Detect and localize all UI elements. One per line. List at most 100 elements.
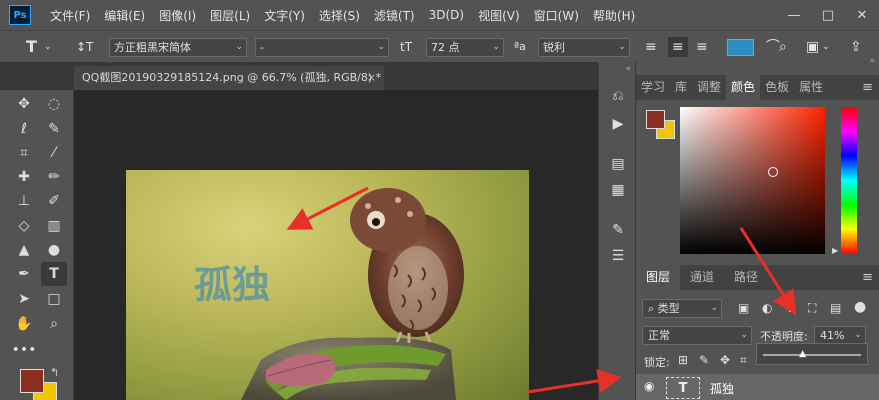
type-tool-preset-icon[interactable]: T — [26, 37, 37, 57]
text-color-swatch[interactable] — [727, 39, 754, 56]
menu-window[interactable]: 窗口(W) — [527, 7, 586, 24]
antialias-select[interactable]: 锐利 ⌄ — [538, 38, 630, 57]
brush-tool-icon[interactable]: ✏ — [41, 165, 67, 189]
lock-artboard-icon[interactable]: ⌗ — [740, 353, 747, 368]
crop-tool-icon[interactable]: ⌗ — [11, 141, 37, 165]
share-icon[interactable]: ⇪ — [850, 37, 862, 57]
tab-layers[interactable]: 图层 — [636, 265, 681, 290]
tab-adjustments[interactable]: 调整 — [692, 75, 726, 100]
marquee-tool-icon[interactable]: ◌ — [41, 92, 67, 116]
type-tool-icon[interactable]: T — [41, 262, 67, 286]
color-panel-menu-icon[interactable]: ≡ — [862, 80, 873, 95]
menu-3d[interactable]: 3D(D) — [422, 8, 471, 22]
history-brush-tool-icon[interactable]: ✐ — [41, 189, 67, 213]
move-tool-icon[interactable]: ✥ — [11, 92, 37, 116]
collapse-right-icon[interactable]: » — [869, 56, 875, 66]
quick-select-tool-icon[interactable]: ✎ — [41, 117, 67, 141]
document-image[interactable]: 孤独 — [126, 170, 529, 400]
clone-stamp-tool-icon[interactable]: ⊥ — [11, 189, 37, 213]
tab-channels[interactable]: 通道 — [680, 265, 724, 290]
color-picker-field[interactable] — [680, 107, 825, 254]
menu-view[interactable]: 视图(V) — [471, 7, 527, 24]
blend-mode-select[interactable]: 正常 ⌄ — [642, 326, 752, 345]
history-panel-icon[interactable]: ⎌ — [605, 84, 631, 108]
text-orientation-icon[interactable]: ↕T — [76, 37, 93, 57]
filter-toggle-icon[interactable]: ● — [854, 299, 866, 315]
brush-settings-panel-icon[interactable]: ✎ — [605, 218, 631, 242]
menu-filter[interactable]: 滤镜(T) — [367, 7, 422, 24]
layer-row[interactable]: ◉ T 孤独 — [636, 374, 879, 400]
filter-smart-object-icon[interactable]: ▤ — [830, 301, 841, 315]
lasso-tool-icon[interactable]: ℓ — [11, 117, 37, 141]
path-selection-tool-icon[interactable]: ➤ — [11, 287, 37, 311]
filter-adjustment-icon[interactable]: ◐ — [762, 301, 772, 315]
eraser-tool-icon[interactable]: ◇ — [11, 214, 37, 238]
healing-brush-tool-icon[interactable]: ✚ — [11, 165, 37, 189]
preset-dropdown-icon[interactable]: ⌄ — [44, 37, 52, 57]
warp-text-icon[interactable]: ⌒ — [766, 37, 780, 57]
libraries-panel-icon[interactable]: ▤ — [605, 152, 631, 176]
menu-select[interactable]: 选择(S) — [312, 7, 367, 24]
font-size-select[interactable]: 72 点 ⌄ — [426, 38, 504, 57]
tab-properties[interactable]: 属性 — [794, 75, 828, 100]
visibility-eye-icon[interactable]: ◉ — [644, 379, 654, 393]
pen-tool-icon[interactable]: ✒ — [11, 262, 37, 286]
collapse-panels-icon[interactable]: « — [625, 64, 631, 74]
minimize-button[interactable]: — — [777, 0, 811, 30]
opacity-slider-popup[interactable]: ▲ — [756, 343, 868, 365]
maximize-button[interactable]: □ — [811, 0, 845, 30]
layer-name[interactable]: 孤独 — [710, 380, 734, 397]
color-picker-cursor[interactable] — [768, 167, 778, 177]
menu-type[interactable]: 文字(Y) — [257, 7, 312, 24]
align-center-icon[interactable]: ≡ — [668, 37, 688, 57]
foreground-color-swatch[interactable] — [20, 369, 44, 393]
opacity-slider-thumb[interactable]: ▲ — [799, 349, 806, 359]
character-panel-icon[interactable]: ▦ — [605, 178, 631, 202]
tab-paths[interactable]: 路径 — [724, 265, 768, 290]
menu-layer[interactable]: 图层(L) — [203, 7, 257, 24]
align-left-icon[interactable]: ≡ — [645, 37, 657, 57]
font-family-select[interactable]: 方正粗黑宋简体 ⌄ — [109, 38, 247, 57]
filter-pixel-icon[interactable]: ▣ — [738, 301, 749, 315]
tab-color[interactable]: 颜色 — [726, 75, 761, 100]
blur-tool-icon[interactable]: ▲ — [11, 238, 37, 262]
workspace-dropdown-icon[interactable]: ⌄ — [822, 37, 830, 57]
layers-panel-menu-icon[interactable]: ≡ — [862, 270, 873, 285]
align-right-icon[interactable]: ≡ — [696, 37, 708, 57]
text-layer-content[interactable]: 孤独 — [194, 263, 270, 307]
menu-file[interactable]: 文件(F) — [43, 7, 97, 24]
document-tab[interactable]: QQ截图20190329185124.png @ 66.7% (孤独, RGB/… — [74, 66, 384, 90]
menu-image[interactable]: 图像(I) — [152, 7, 203, 24]
eyedropper-tool-icon[interactable]: ⁄ — [41, 141, 67, 165]
properties-panel-icon[interactable]: ☰ — [605, 244, 631, 268]
actions-panel-icon[interactable]: ▶ — [605, 112, 631, 136]
panel-foreground-swatch[interactable] — [646, 110, 665, 129]
lock-transparent-icon[interactable]: ⊞ — [678, 353, 688, 367]
filter-shape-icon[interactable]: ⛶ — [808, 301, 816, 316]
more-tools-icon[interactable]: ••• — [11, 338, 37, 362]
tab-libraries[interactable]: 库 — [670, 75, 692, 100]
filter-type-icon[interactable]: T — [786, 301, 794, 315]
lock-pixels-icon[interactable]: ✎ — [699, 353, 709, 367]
layer-filter-select[interactable]: ⌕ 类型 ⌄ — [642, 299, 722, 318]
swap-colors-icon[interactable]: ↰ — [50, 366, 59, 379]
rectangle-tool-icon[interactable]: □ — [41, 287, 67, 311]
zoom-tool-icon[interactable]: ⌕ — [41, 312, 67, 336]
tab-learn[interactable]: 学习 — [636, 75, 670, 100]
menu-edit[interactable]: 编辑(E) — [97, 7, 152, 24]
tab-swatches[interactable]: 色板 — [760, 75, 794, 100]
dodge-tool-icon[interactable]: ● — [41, 238, 67, 262]
hue-slider[interactable] — [841, 107, 857, 254]
canvas-area[interactable]: 孤独 — [74, 90, 598, 400]
hue-slider-handle[interactable]: ▶ — [832, 246, 838, 255]
close-tab-icon[interactable]: × — [367, 66, 376, 90]
opacity-slider-track[interactable] — [763, 354, 861, 356]
lock-position-icon[interactable]: ✥ — [720, 353, 730, 367]
hand-tool-icon[interactable]: ✋ — [11, 312, 37, 336]
panel-toggle-icon[interactable]: ▣ — [806, 37, 819, 57]
gradient-tool-icon[interactable]: ▥ — [41, 214, 67, 238]
menu-help[interactable]: 帮助(H) — [586, 7, 642, 24]
search-icon[interactable]: ⌕ — [779, 37, 787, 57]
font-style-select[interactable]: - ⌄ — [255, 38, 389, 57]
close-window-button[interactable]: ✕ — [845, 0, 879, 30]
